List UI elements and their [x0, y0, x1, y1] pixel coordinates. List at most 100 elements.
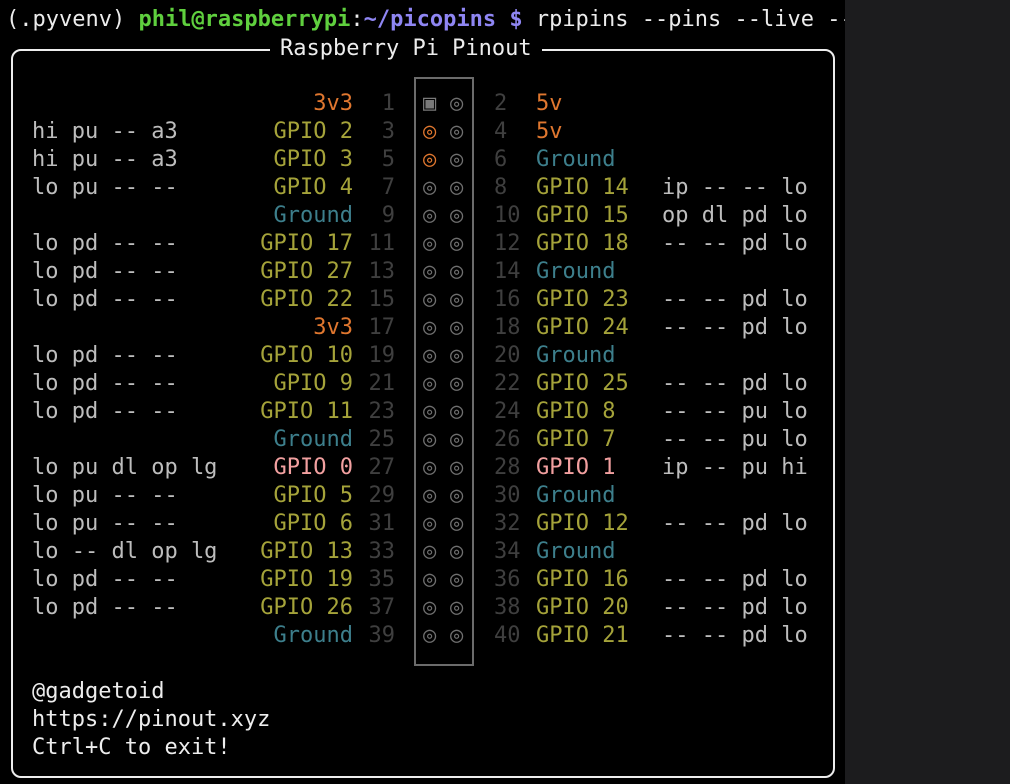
- pin-number-right: 30: [494, 483, 521, 508]
- pin-number-left: 29: [368, 483, 396, 508]
- prompt-symbol: $: [496, 7, 523, 32]
- pin-status-right: -- -- pd lo: [662, 511, 808, 536]
- pin-status-left: lo pu dl op lg: [32, 455, 218, 480]
- pin-number-left: 35: [368, 567, 396, 592]
- pin-number-right: 38: [494, 595, 521, 620]
- pin-icon-left: ◎: [423, 483, 437, 508]
- pin-status-right: -- -- pd lo: [662, 371, 808, 396]
- panel-title: Raspberry Pi Pinout: [270, 35, 542, 63]
- pin-icon-left: ◎: [423, 175, 437, 200]
- pin-status-right: -- -- pu lo: [662, 399, 808, 424]
- pin-status-left: lo pd -- --: [32, 343, 178, 368]
- pin-name-right: GPIO 16: [536, 567, 629, 592]
- pin-number-right: 32: [494, 511, 521, 536]
- pin-name-right: Ground: [536, 343, 616, 368]
- pin-name-right: GPIO 24: [536, 315, 629, 340]
- footer-url[interactable]: https://pinout.xyz: [32, 706, 270, 734]
- pin-icon-left: ◎: [423, 539, 437, 564]
- pin-row: hi pu -- a3 GPIO 3 5 ◎ ◎ 6 Ground: [0, 146, 845, 174]
- current-path: ~/picopins: [363, 7, 497, 32]
- pin-status-right: ip -- -- lo: [662, 175, 808, 200]
- pin-row: lo pd -- -- GPIO 27 13 ◎ ◎ 14 Ground: [0, 258, 845, 286]
- pin-number-right: 36: [494, 567, 521, 592]
- pin-number-left: 9: [381, 203, 395, 228]
- pin-name-left: Ground: [273, 623, 353, 648]
- pin-number-left: 37: [368, 595, 396, 620]
- pin-icon-right: ◎: [450, 287, 464, 312]
- pin-name-left: GPIO 17: [260, 231, 353, 256]
- pin-icon-right: ◎: [450, 175, 464, 200]
- pin-number-left: 7: [381, 175, 395, 200]
- pin-name-left: 3v3: [313, 315, 353, 340]
- pin-number-right: 8: [494, 175, 508, 200]
- pin-icon-right: ◎: [450, 539, 464, 564]
- pin-status-left: lo pd -- --: [32, 259, 178, 284]
- pin-name-right: GPIO 18: [536, 231, 629, 256]
- window-background: [845, 0, 1010, 784]
- pin-status-right: -- -- pu lo: [662, 427, 808, 452]
- pin-number-right: 10: [494, 203, 521, 228]
- pin-number-right: 18: [494, 315, 521, 340]
- pin-name-right: GPIO 7: [536, 427, 616, 452]
- pin-number-left: 13: [368, 259, 396, 284]
- pin-icon-left: ◎: [423, 567, 437, 592]
- pin-number-left: 21: [368, 371, 396, 396]
- pin-name-right: GPIO 23: [536, 287, 629, 312]
- pin-status-right: -- -- pd lo: [662, 567, 808, 592]
- pin-name-right: Ground: [536, 539, 616, 564]
- pin-name-left: GPIO 22: [260, 287, 353, 312]
- pin-name-left: GPIO 27: [260, 259, 353, 284]
- pin-number-right: 34: [494, 539, 521, 564]
- pin-row: lo pu -- -- GPIO 5 29 ◎ ◎ 30 Ground: [0, 482, 845, 510]
- pin-icon-left: ◎: [423, 623, 437, 648]
- pin-number-left: 23: [368, 399, 396, 424]
- pin-icon-right: ◎: [450, 483, 464, 508]
- prompt-colon: :: [350, 7, 364, 32]
- pin-icon-left: ◎: [423, 371, 437, 396]
- pin-name-left: GPIO 9: [273, 371, 353, 396]
- pin-status-right: -- -- pd lo: [662, 231, 808, 256]
- pin-number-right: 22: [494, 371, 521, 396]
- pin-number-left: 17: [368, 315, 396, 340]
- pin-row: 3v3 1 ▣ ◎ 2 5v: [0, 90, 845, 118]
- user-host: phil@raspberrypi: [138, 7, 351, 32]
- pin-number-left: 33: [368, 539, 396, 564]
- terminal-window: (.pyvenv) phil@raspberrypi:~/picopins $ …: [0, 0, 920, 784]
- pin-status-right: ip -- pu hi: [662, 455, 808, 480]
- shell-prompt: (.pyvenv) phil@raspberrypi:~/picopins $ …: [6, 6, 920, 34]
- pin-icon-right: ◎: [450, 511, 464, 536]
- pin-icon-right: ◎: [450, 371, 464, 396]
- pin-name-left: GPIO 6: [273, 511, 353, 536]
- pin-icon-left: ◎: [423, 511, 437, 536]
- pin-number-right: 4: [494, 119, 508, 144]
- pin-status-left: lo pd -- --: [32, 567, 178, 592]
- pin-icon-right: ◎: [450, 259, 464, 284]
- pin-number-right: 26: [494, 427, 521, 452]
- pin-icon-left: ◎: [423, 399, 437, 424]
- pin-row: lo -- dl op lg GPIO 13 33 ◎ ◎ 34 Ground: [0, 538, 845, 566]
- pin-icon-left: ◎: [423, 427, 437, 452]
- pin-icon-right: ◎: [450, 91, 464, 116]
- pin-row: lo pu -- -- GPIO 6 31 ◎ ◎ 32 GPIO 12 -- -- pd l…: [0, 510, 845, 538]
- pin-status-left: lo pu -- --: [32, 483, 178, 508]
- pin-status-left: lo pu -- --: [32, 511, 178, 536]
- pin-row: lo pd -- -- GPIO 10 19 ◎ ◎ 20 Ground: [0, 342, 845, 370]
- pin-number-right: 28: [494, 455, 521, 480]
- pin-number-left: 19: [368, 343, 396, 368]
- pin-number-right: 14: [494, 259, 521, 284]
- footer-handle: @gadgetoid: [32, 679, 165, 704]
- pin-name-left: Ground: [273, 427, 353, 452]
- pin-status-right: op dl pd lo: [662, 203, 808, 228]
- pin-status-left: hi pu -- a3: [32, 147, 178, 172]
- pin-status-left: hi pu -- a3: [32, 119, 178, 144]
- pin-number-left: 5: [381, 147, 395, 172]
- pin-icon-left: ◎: [423, 231, 437, 256]
- pin-status-left: lo pu -- --: [32, 175, 178, 200]
- pin-icon-right: ◎: [450, 567, 464, 592]
- pin-icon-right: ◎: [450, 399, 464, 424]
- pin-name-left: GPIO 13: [260, 539, 353, 564]
- pin-status-right: -- -- pd lo: [662, 595, 808, 620]
- pin-number-right: 16: [494, 287, 521, 312]
- pin-name-left: 3v3: [313, 91, 353, 116]
- pin-status-right: -- -- pd lo: [662, 623, 808, 648]
